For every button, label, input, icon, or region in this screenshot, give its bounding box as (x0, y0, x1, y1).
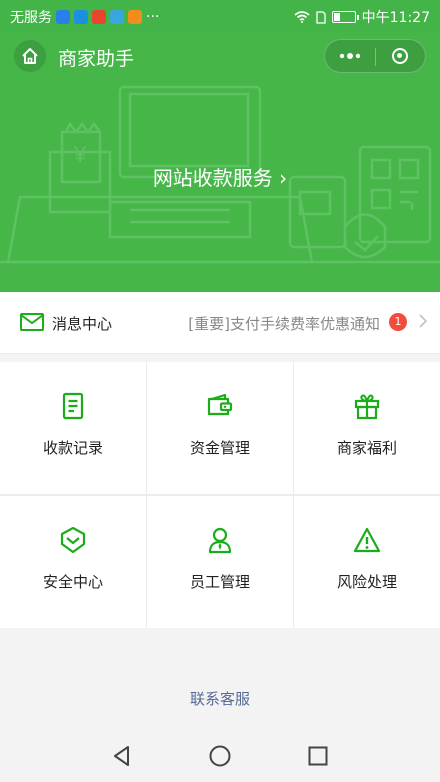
home-button[interactable] (14, 40, 46, 72)
carrier-text: 无服务 (10, 10, 52, 26)
status-bar: 无服务 ··· 中午11:27 (0, 0, 440, 32)
contact-support-link[interactable]: 联系客服 (0, 688, 440, 709)
feature-risk[interactable]: 风险处理 (294, 496, 440, 628)
staff-icon (208, 527, 232, 554)
sim-card-icon (315, 10, 326, 24)
wifi-icon (294, 11, 310, 23)
more-button[interactable] (325, 40, 375, 72)
feature-security[interactable]: 安全中心 (0, 496, 146, 628)
close-mini-program-button[interactable] (375, 40, 425, 72)
feature-label: 收款记录 (42, 439, 103, 457)
home-icon (22, 48, 38, 64)
feature-label: 资金管理 (189, 439, 250, 457)
feature-label: 风险处理 (336, 573, 397, 591)
feature-label: 员工管理 (189, 573, 250, 591)
clock-text: 中午11:27 (361, 10, 430, 26)
feature-label: 商家福利 (336, 439, 397, 457)
notification-app-icon (74, 10, 88, 24)
gift-icon (354, 394, 380, 420)
ellipsis-icon (339, 53, 361, 59)
more-notifications-text: ··· (146, 9, 160, 25)
page-title: 商家助手 (58, 48, 135, 70)
receipt-icon (62, 392, 84, 420)
feature-receipts[interactable]: 收款记录 (0, 362, 146, 494)
recent-apps-icon[interactable] (306, 744, 330, 768)
notification-app-icon (92, 10, 106, 24)
battery-icon (331, 11, 359, 23)
feature-staff[interactable]: 员工管理 (147, 496, 293, 628)
capsule-menu (324, 39, 426, 73)
notification-app-icon (128, 10, 142, 24)
chevron-right-icon (419, 313, 428, 332)
back-icon[interactable] (110, 744, 134, 768)
feature-grid: 收款记录 资金管理 商家福利 安全中心 员工管理 风险处理 (0, 362, 440, 628)
feature-benefits[interactable]: 商家福利 (294, 362, 440, 494)
feature-label: 安全中心 (42, 573, 103, 591)
circle-close-icon (392, 48, 408, 64)
wallet-icon (207, 393, 233, 416)
message-center-title: 消息中心 (52, 315, 113, 333)
home-circle-icon[interactable] (208, 744, 232, 768)
warning-icon (353, 527, 381, 553)
notification-app-icon (110, 10, 124, 24)
feature-funds[interactable]: 资金管理 (147, 362, 293, 494)
banner: ¥ 商家助手 网站收款服务 › (0, 32, 440, 292)
system-navigation-bar (0, 730, 440, 782)
mail-icon (20, 313, 44, 331)
web-payment-service-link[interactable]: 网站收款服务 › (0, 162, 440, 191)
notification-app-icon (56, 10, 70, 24)
message-center-row[interactable]: 消息中心 [重要]支付手续费率优惠通知 1 (0, 292, 440, 354)
shield-icon (60, 526, 86, 554)
message-preview: [重要]支付手续费率优惠通知 (188, 315, 380, 333)
unread-badge: 1 (389, 313, 407, 331)
